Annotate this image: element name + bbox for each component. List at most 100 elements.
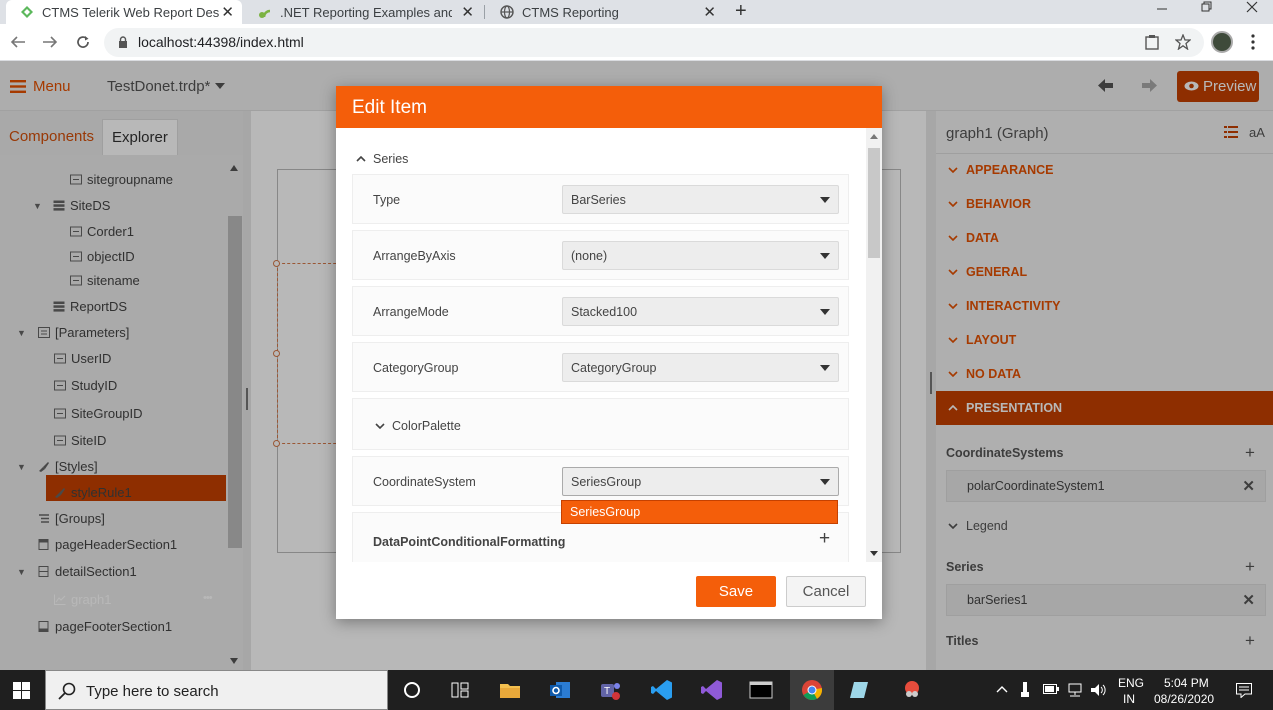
browser-toolbar: localhost:44398/index.html xyxy=(0,24,1273,61)
chevron-down-icon xyxy=(375,423,385,429)
reporting-favicon-icon xyxy=(259,9,271,18)
address-bar[interactable]: localhost:44398/index.html xyxy=(104,28,1204,57)
select-value: CategoryGroup xyxy=(571,361,657,375)
outlook-icon[interactable] xyxy=(548,678,572,702)
snipping-tool-icon[interactable] xyxy=(900,678,924,702)
dropdown-caret-icon xyxy=(820,197,830,203)
tab-title: CTMS Reporting xyxy=(522,4,619,20)
property-row-type: Type BarSeries xyxy=(352,174,849,224)
minimize-icon[interactable] xyxy=(1156,3,1168,15)
property-label: CoordinateSystem xyxy=(373,475,476,489)
visual-studio-icon[interactable] xyxy=(700,678,724,702)
svg-text:T: T xyxy=(604,686,610,697)
property-row-coordinatesystem: CoordinateSystem SeriesGroup xyxy=(352,456,849,506)
property-row-colorpalette: ColorPalette xyxy=(352,398,849,450)
categorygroup-select[interactable]: CategoryGroup xyxy=(562,353,839,382)
arrangemode-select[interactable]: Stacked100 xyxy=(562,297,839,326)
select-value: BarSeries xyxy=(571,193,626,207)
clipboard-icon[interactable] xyxy=(1145,34,1159,50)
dropdown-option-seriesgroup[interactable]: SeriesGroup xyxy=(561,500,838,524)
search-placeholder: Type here to search xyxy=(86,683,219,700)
tab-separator xyxy=(484,5,485,19)
property-label: CategoryGroup xyxy=(373,361,459,375)
volume-icon[interactable] xyxy=(1090,683,1108,697)
property-row-arrangebyaxis: ArrangeByAxis (none) xyxy=(352,230,849,280)
property-label: ArrangeByAxis xyxy=(373,249,456,263)
region-indicator: IN xyxy=(1123,692,1135,706)
scroll-up-icon[interactable] xyxy=(870,134,878,139)
property-label: ArrangeMode xyxy=(373,305,449,319)
tab-title: CTMS Telerik Web Report Design xyxy=(42,4,220,20)
notes-app-icon[interactable] xyxy=(848,678,872,702)
file-explorer-icon[interactable] xyxy=(498,678,522,702)
coordinatesystem-select[interactable]: SeriesGroup xyxy=(562,467,839,496)
add-conditional-formatting-button[interactable]: + xyxy=(819,528,830,550)
tab-ctms-designer[interactable]: CTMS Telerik Web Report Design ✕ xyxy=(6,0,242,24)
dialog-body: Series Type BarSeries ArrangeByAxis (non… xyxy=(336,128,866,562)
new-tab-button[interactable]: + xyxy=(735,0,747,23)
select-value: Stacked100 xyxy=(571,305,638,319)
edit-item-dialog: Edit Item Series Type BarSeries ArrangeB… xyxy=(336,86,882,619)
series-section-toggle[interactable]: Series xyxy=(356,152,408,166)
type-select[interactable]: BarSeries xyxy=(562,185,839,214)
profile-avatar[interactable] xyxy=(1211,31,1233,53)
notifications-icon[interactable] xyxy=(1236,683,1252,698)
select-value: SeriesGroup xyxy=(571,475,642,489)
tab-close-icon[interactable]: ✕ xyxy=(461,3,474,21)
chevron-up-icon xyxy=(356,156,366,162)
network-icon[interactable] xyxy=(1066,683,1084,697)
colorpalette-toggle[interactable]: ColorPalette xyxy=(375,419,461,433)
telerik-favicon-icon xyxy=(21,6,33,18)
tab-close-icon[interactable]: ✕ xyxy=(221,3,234,21)
save-button[interactable]: Save xyxy=(696,576,776,607)
clock-date: 08/26/2020 xyxy=(1154,692,1215,706)
bookmark-star-icon[interactable] xyxy=(1175,34,1191,50)
browser-menu-icon[interactable] xyxy=(1251,34,1255,50)
dialog-scroll-thumb[interactable] xyxy=(868,148,880,258)
tab-net-reporting-examples[interactable]: .NET Reporting Examples and De ✕ xyxy=(244,0,482,24)
dialog-title: Edit Item xyxy=(352,97,427,118)
back-icon[interactable] xyxy=(10,35,26,49)
usb-icon[interactable] xyxy=(1021,682,1029,698)
vscode-icon[interactable] xyxy=(650,678,674,702)
tab-close-icon[interactable]: ✕ xyxy=(703,3,716,21)
reload-icon[interactable] xyxy=(75,34,91,50)
section-label: ColorPalette xyxy=(392,419,461,433)
battery-icon[interactable] xyxy=(1043,684,1059,694)
teams-icon[interactable]: T xyxy=(598,678,622,702)
terminal-icon[interactable] xyxy=(749,678,773,702)
chrome-icon[interactable] xyxy=(800,678,824,702)
property-row-categorygroup: CategoryGroup CategoryGroup xyxy=(352,342,849,392)
tab-ctms-reporting[interactable]: CTMS Reporting ✕ xyxy=(486,0,724,24)
window-close-icon[interactable] xyxy=(1246,1,1258,13)
browser-tab-bar: CTMS Telerik Web Report Design ✕ .NET Re… xyxy=(0,0,1273,24)
url-text: localhost:44398/index.html xyxy=(138,34,304,50)
tray-chevron-up-icon[interactable] xyxy=(996,685,1008,693)
property-label: Type xyxy=(373,193,401,207)
task-view-icon[interactable] xyxy=(448,678,472,702)
globe-icon xyxy=(500,5,514,19)
forward-icon[interactable] xyxy=(42,35,58,49)
windows-start-icon[interactable] xyxy=(13,682,30,699)
tab-title: .NET Reporting Examples and De xyxy=(280,4,452,20)
taskbar-search-box[interactable]: Type here to search xyxy=(45,670,388,710)
dropdown-caret-icon xyxy=(820,365,830,371)
dropdown-caret-icon xyxy=(820,309,830,315)
dialog-header: Edit Item xyxy=(336,86,882,128)
windows-taskbar: Type here to search T ENG IN 5:04 PM 08/… xyxy=(0,670,1273,710)
search-icon xyxy=(58,682,76,700)
dropdown-caret-icon xyxy=(820,479,830,485)
arrangebyaxis-select[interactable]: (none) xyxy=(562,241,839,270)
scroll-down-icon[interactable] xyxy=(870,551,878,556)
property-row-arrangemode: ArrangeMode Stacked100 xyxy=(352,286,849,336)
lock-icon xyxy=(119,36,127,48)
language-indicator[interactable]: ENG xyxy=(1118,676,1144,690)
property-label: DataPointConditionalFormatting xyxy=(373,535,566,549)
cortana-icon[interactable] xyxy=(400,678,424,702)
dropdown-caret-icon xyxy=(820,253,830,259)
clock-time[interactable]: 5:04 PM xyxy=(1164,676,1209,690)
cancel-button[interactable]: Cancel xyxy=(786,576,866,607)
restore-icon[interactable] xyxy=(1201,1,1213,13)
select-value: (none) xyxy=(571,249,608,263)
section-label: Series xyxy=(373,152,409,166)
